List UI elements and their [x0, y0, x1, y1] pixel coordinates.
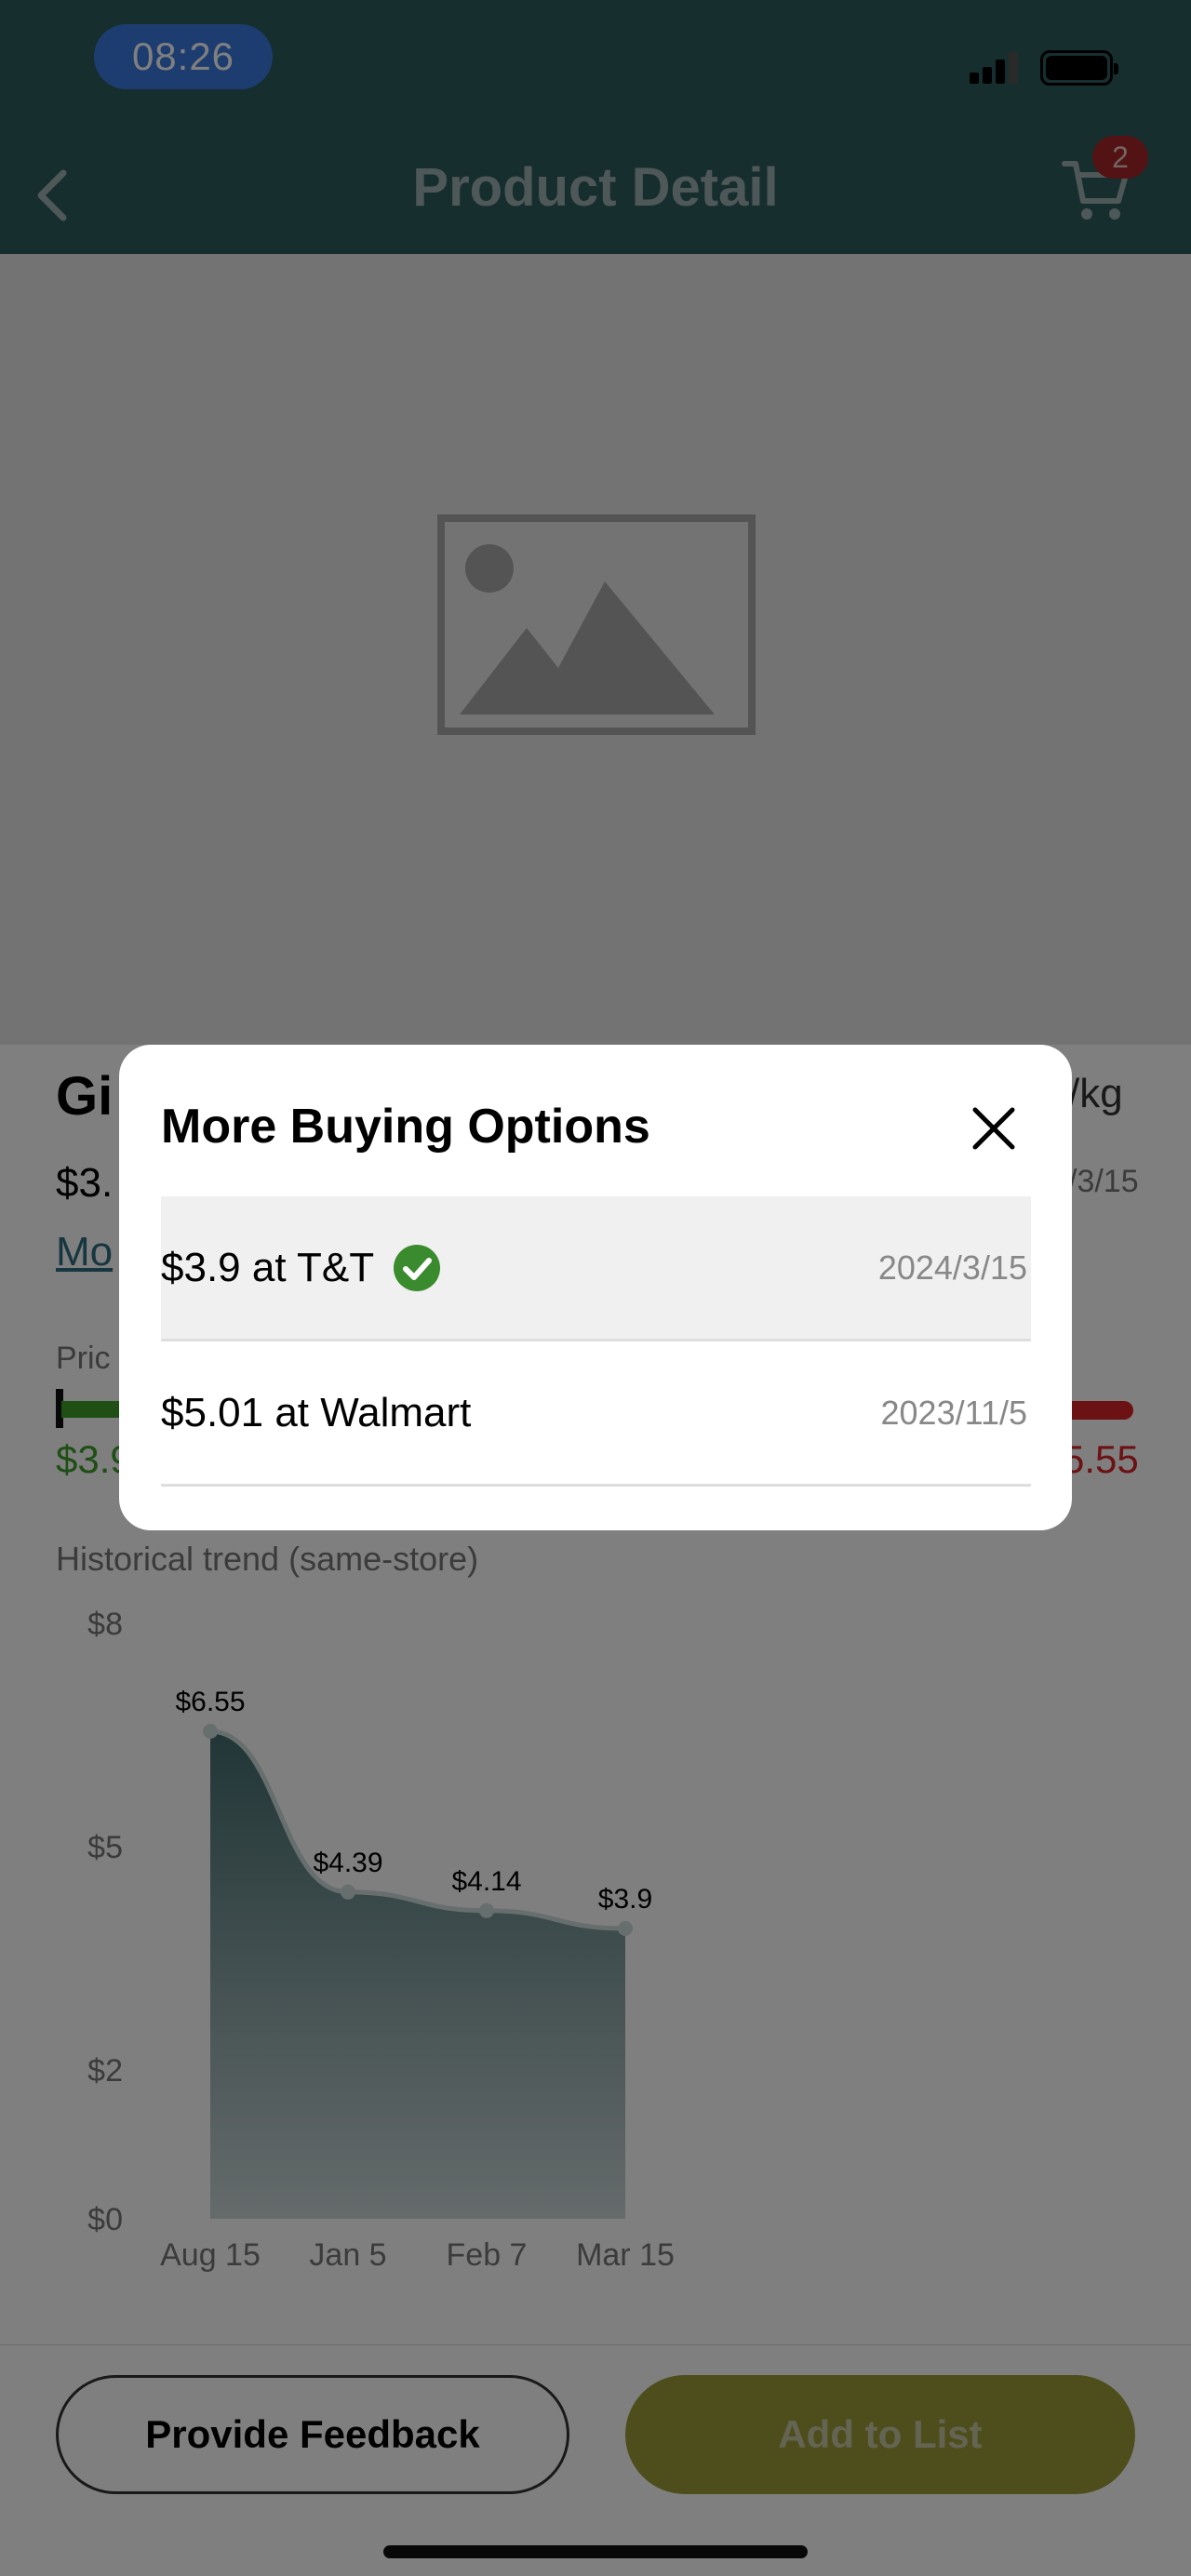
buying-option-label: $5.01 at Walmart — [161, 1389, 472, 1435]
modal-title: More Buying Options — [161, 1100, 650, 1154]
check-circle-icon — [394, 1244, 441, 1291]
buying-option-row[interactable]: $3.9 at T&T 2024/3/15 — [161, 1196, 1031, 1341]
buying-option-row[interactable]: $5.01 at Walmart 2023/11/5 — [161, 1341, 1031, 1487]
buying-option-date: 2024/3/15 — [877, 1248, 1027, 1287]
close-icon[interactable] — [966, 1101, 1022, 1156]
buying-option-date: 2023/11/5 — [880, 1393, 1027, 1432]
buying-option-label: $3.9 at T&T — [161, 1244, 375, 1290]
buying-options-modal: More Buying Options $3.9 at T&T 2024/3/1… — [119, 1045, 1072, 1530]
